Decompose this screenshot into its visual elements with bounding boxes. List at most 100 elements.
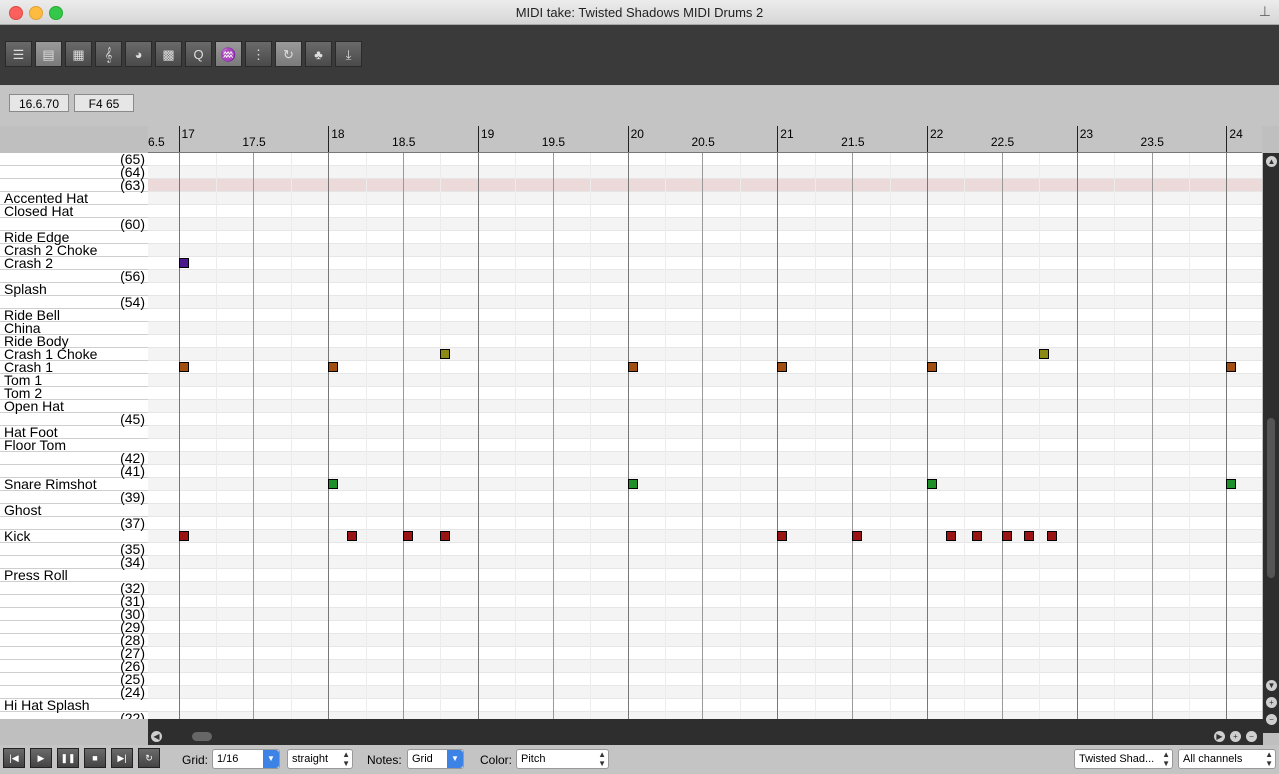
piano-roll-grid[interactable] xyxy=(148,153,1262,719)
midi-note[interactable] xyxy=(777,531,788,541)
midi-note[interactable] xyxy=(440,349,451,359)
grid-row[interactable] xyxy=(148,309,1262,322)
midi-note[interactable] xyxy=(1001,531,1012,541)
scroll-right-icon[interactable]: ▶ xyxy=(1214,731,1225,742)
swing-select[interactable]: straight ▲ ▼ xyxy=(287,749,353,769)
loop-icon[interactable]: ↻ xyxy=(275,41,302,67)
midi-note[interactable] xyxy=(927,479,937,489)
zoom-out-vertical-icon[interactable]: − xyxy=(1266,714,1277,725)
import-icon[interactable]: ⤓ xyxy=(335,41,362,67)
color-palette-icon[interactable]: ◕ xyxy=(125,41,152,67)
grid-row[interactable] xyxy=(148,179,1262,192)
grid-row[interactable] xyxy=(148,335,1262,348)
scroll-down-icon[interactable]: ▼ xyxy=(1266,680,1277,691)
midi-note[interactable] xyxy=(1046,531,1057,541)
timeline-ruler[interactable]: 6.5 17 17.5 18 18.5 19 19.5 20 20.5 21 21.5 22 22.5 2… xyxy=(148,126,1262,153)
play-button[interactable]: ▶ xyxy=(30,748,52,768)
piano-keys-icon[interactable]: ♒ xyxy=(215,41,242,67)
grid-row[interactable] xyxy=(148,205,1262,218)
grid-size-select[interactable]: 1/16 ▼ xyxy=(212,749,280,769)
midi-note[interactable] xyxy=(178,362,189,372)
grid-row[interactable] xyxy=(148,257,1262,270)
midi-note[interactable] xyxy=(945,531,956,541)
grid-row[interactable] xyxy=(148,634,1262,647)
go-to-end-button[interactable]: ▶| xyxy=(111,748,133,768)
grid-row[interactable] xyxy=(148,660,1262,673)
grid-row[interactable] xyxy=(148,296,1262,309)
repeat-button[interactable]: ↻ xyxy=(138,748,160,768)
stop-button[interactable]: ■ xyxy=(84,748,106,768)
grid-row[interactable] xyxy=(148,166,1262,179)
grid-row[interactable] xyxy=(148,595,1262,608)
vertical-scrollbar[interactable]: ▲ ▼ + − xyxy=(1263,153,1279,733)
midi-note[interactable] xyxy=(403,531,414,541)
scroll-left-icon[interactable]: ◀ xyxy=(151,731,162,742)
grid-row[interactable] xyxy=(148,153,1262,166)
grid-row[interactable] xyxy=(148,192,1262,205)
color-mode-select[interactable]: Pitch ▲ ▼ xyxy=(516,749,609,769)
grid-row[interactable] xyxy=(148,244,1262,257)
grid-row[interactable] xyxy=(148,517,1262,530)
grid-row[interactable] xyxy=(148,504,1262,517)
midi-note[interactable] xyxy=(1024,531,1035,541)
track-select[interactable]: Twisted Shad... ▲ ▼ xyxy=(1074,749,1173,769)
midi-note[interactable] xyxy=(440,531,451,541)
grid-row[interactable] xyxy=(148,348,1262,361)
channel-select[interactable]: All channels ▲ ▼ xyxy=(1178,749,1276,769)
midi-note[interactable] xyxy=(852,531,863,541)
quantize-icon[interactable]: Q xyxy=(185,41,212,67)
step-input-icon[interactable]: ▩ xyxy=(155,41,182,67)
vertical-scroll-thumb[interactable] xyxy=(1267,418,1275,578)
pedal-icon[interactable]: ♣ xyxy=(305,41,332,67)
midi-note[interactable] xyxy=(971,531,982,541)
grid-row[interactable] xyxy=(148,673,1262,686)
pause-button[interactable]: ❚❚ xyxy=(57,748,79,768)
grid-row[interactable] xyxy=(148,361,1262,374)
grid-row[interactable] xyxy=(148,621,1262,634)
grid-row[interactable] xyxy=(148,387,1262,400)
midi-note[interactable] xyxy=(627,479,638,489)
drum-key-label[interactable]: (22) xyxy=(0,711,148,719)
piano-roll-view-icon[interactable]: ▤ xyxy=(35,41,62,67)
scroll-up-icon[interactable]: ▲ xyxy=(1266,156,1277,167)
notation-icon[interactable]: 𝄞 xyxy=(95,41,122,67)
grid-row[interactable] xyxy=(148,530,1262,543)
grid-row[interactable] xyxy=(148,491,1262,504)
cursor-note-display[interactable]: F4 65 xyxy=(74,94,134,112)
midi-note[interactable] xyxy=(178,258,189,268)
grid-view-icon[interactable]: ▦ xyxy=(65,41,92,67)
zoom-out-horizontal-icon[interactable]: − xyxy=(1246,731,1257,742)
snap-grid-icon[interactable]: ⋮ xyxy=(245,41,272,67)
notes-select[interactable]: Grid ▼ xyxy=(407,749,464,769)
grid-row[interactable] xyxy=(148,426,1262,439)
grid-row[interactable] xyxy=(148,569,1262,582)
pin-icon[interactable]: ⊥ xyxy=(1259,3,1271,20)
cursor-position-display[interactable]: 16.6.70 xyxy=(9,94,69,112)
grid-row[interactable] xyxy=(148,647,1262,660)
grid-row[interactable] xyxy=(148,686,1262,699)
zoom-in-vertical-icon[interactable]: + xyxy=(1266,697,1277,708)
grid-row[interactable] xyxy=(148,478,1262,491)
midi-note[interactable] xyxy=(1039,349,1050,359)
grid-row[interactable] xyxy=(148,322,1262,335)
grid-row[interactable] xyxy=(148,413,1262,426)
midi-note[interactable] xyxy=(346,531,357,541)
grid-row[interactable] xyxy=(148,283,1262,296)
midi-note[interactable] xyxy=(1226,479,1237,489)
grid-row[interactable] xyxy=(148,712,1262,719)
grid-row[interactable] xyxy=(148,465,1262,478)
grid-row[interactable] xyxy=(148,556,1262,569)
midi-note[interactable] xyxy=(1226,362,1237,372)
grid-row[interactable] xyxy=(148,699,1262,712)
grid-row[interactable] xyxy=(148,439,1262,452)
list-view-icon[interactable]: ☰ xyxy=(5,41,32,67)
midi-note[interactable] xyxy=(627,362,638,372)
midi-note[interactable] xyxy=(927,362,937,372)
grid-row[interactable] xyxy=(148,218,1262,231)
grid-row[interactable] xyxy=(148,582,1262,595)
midi-note[interactable] xyxy=(178,531,189,541)
horizontal-scrollbar[interactable]: ◀ ▶ + − xyxy=(148,719,1263,745)
go-to-start-button[interactable]: |◀ xyxy=(3,748,25,768)
zoom-in-horizontal-icon[interactable]: + xyxy=(1230,731,1241,742)
grid-row[interactable] xyxy=(148,452,1262,465)
